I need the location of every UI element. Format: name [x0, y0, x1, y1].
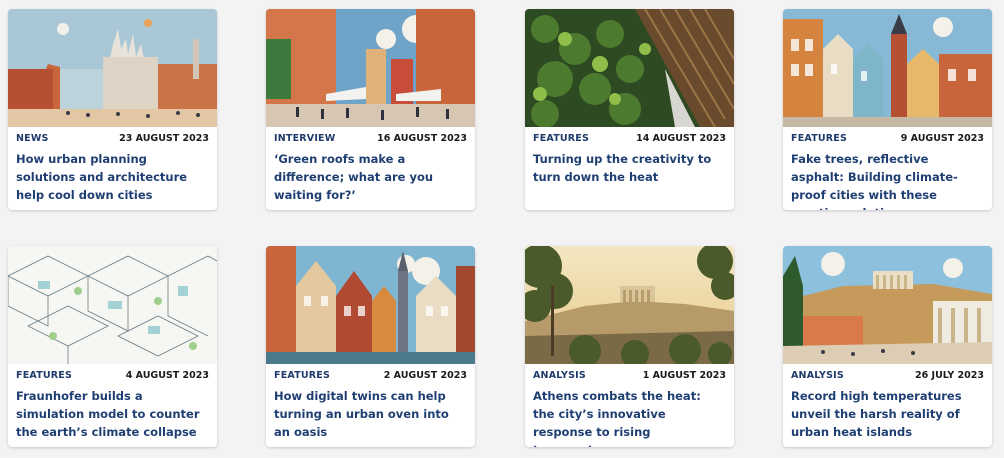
article-title[interactable]: How digital twins can help turning an ur… — [274, 387, 467, 441]
article-title[interactable]: Fake trees, reflective asphalt: Building… — [791, 150, 984, 210]
article-meta: FEATURES 4 AUGUST 2023 — [8, 364, 217, 381]
article-thumbnail[interactable] — [8, 9, 217, 127]
article-thumbnail[interactable] — [525, 246, 734, 364]
article-thumbnail[interactable] — [783, 9, 992, 127]
article-card[interactable]: NEWS 23 AUGUST 2023 How urban planning s… — [8, 9, 217, 210]
article-card[interactable]: FEATURES 4 AUGUST 2023 Fraunhofer builds… — [8, 246, 217, 447]
article-thumbnail[interactable] — [266, 246, 475, 364]
article-thumbnail[interactable] — [525, 9, 734, 127]
article-title[interactable]: ‘Green roofs make a difference; what are… — [274, 150, 467, 204]
date-label: 4 AUGUST 2023 — [125, 369, 209, 381]
article-card[interactable]: FEATURES 9 AUGUST 2023 Fake trees, refle… — [783, 9, 992, 210]
article-meta: ANALYSIS 26 JULY 2023 — [783, 364, 992, 381]
article-meta: NEWS 23 AUGUST 2023 — [8, 127, 217, 144]
category-label[interactable]: NEWS — [16, 133, 49, 144]
article-card[interactable]: ANALYSIS 1 AUGUST 2023 Athens combats th… — [525, 246, 734, 447]
category-label[interactable]: INTERVIEW — [274, 133, 335, 144]
article-meta: FEATURES 9 AUGUST 2023 — [783, 127, 992, 144]
article-meta: ANALYSIS 1 AUGUST 2023 — [525, 364, 734, 381]
article-card[interactable]: ANALYSIS 26 JULY 2023 Record high temper… — [783, 246, 992, 447]
article-card[interactable]: FEATURES 14 AUGUST 2023 Turning up the c… — [525, 9, 734, 210]
article-meta: FEATURES 2 AUGUST 2023 — [266, 364, 475, 381]
date-label: 1 AUGUST 2023 — [642, 369, 726, 381]
date-label: 16 AUGUST 2023 — [377, 132, 467, 144]
article-card[interactable]: FEATURES 2 AUGUST 2023 How digital twins… — [266, 246, 475, 447]
date-label: 26 JULY 2023 — [915, 369, 984, 381]
category-label[interactable]: ANALYSIS — [791, 370, 844, 381]
category-label[interactable]: ANALYSIS — [533, 370, 586, 381]
article-meta: FEATURES 14 AUGUST 2023 — [525, 127, 734, 144]
article-title[interactable]: Record high temperatures unveil the hars… — [791, 387, 984, 441]
category-label[interactable]: FEATURES — [274, 370, 330, 381]
article-title[interactable]: How urban planning solutions and archite… — [16, 150, 209, 204]
article-meta: INTERVIEW 16 AUGUST 2023 — [266, 127, 475, 144]
article-grid: NEWS 23 AUGUST 2023 How urban planning s… — [0, 0, 1004, 458]
article-title[interactable]: Athens combats the heat: the city’s inno… — [533, 387, 726, 447]
article-title[interactable]: Fraunhofer builds a simulation model to … — [16, 387, 209, 441]
article-thumbnail[interactable] — [266, 9, 475, 127]
article-title[interactable]: Turning up the creativity to turn down t… — [533, 150, 726, 186]
category-label[interactable]: FEATURES — [533, 133, 589, 144]
date-label: 2 AUGUST 2023 — [383, 369, 467, 381]
article-thumbnail[interactable] — [8, 246, 217, 364]
date-label: 9 AUGUST 2023 — [900, 132, 984, 144]
category-label[interactable]: FEATURES — [16, 370, 72, 381]
article-thumbnail[interactable] — [783, 246, 992, 364]
date-label: 14 AUGUST 2023 — [636, 132, 726, 144]
category-label[interactable]: FEATURES — [791, 133, 847, 144]
article-card[interactable]: INTERVIEW 16 AUGUST 2023 ‘Green roofs ma… — [266, 9, 475, 210]
date-label: 23 AUGUST 2023 — [119, 132, 209, 144]
